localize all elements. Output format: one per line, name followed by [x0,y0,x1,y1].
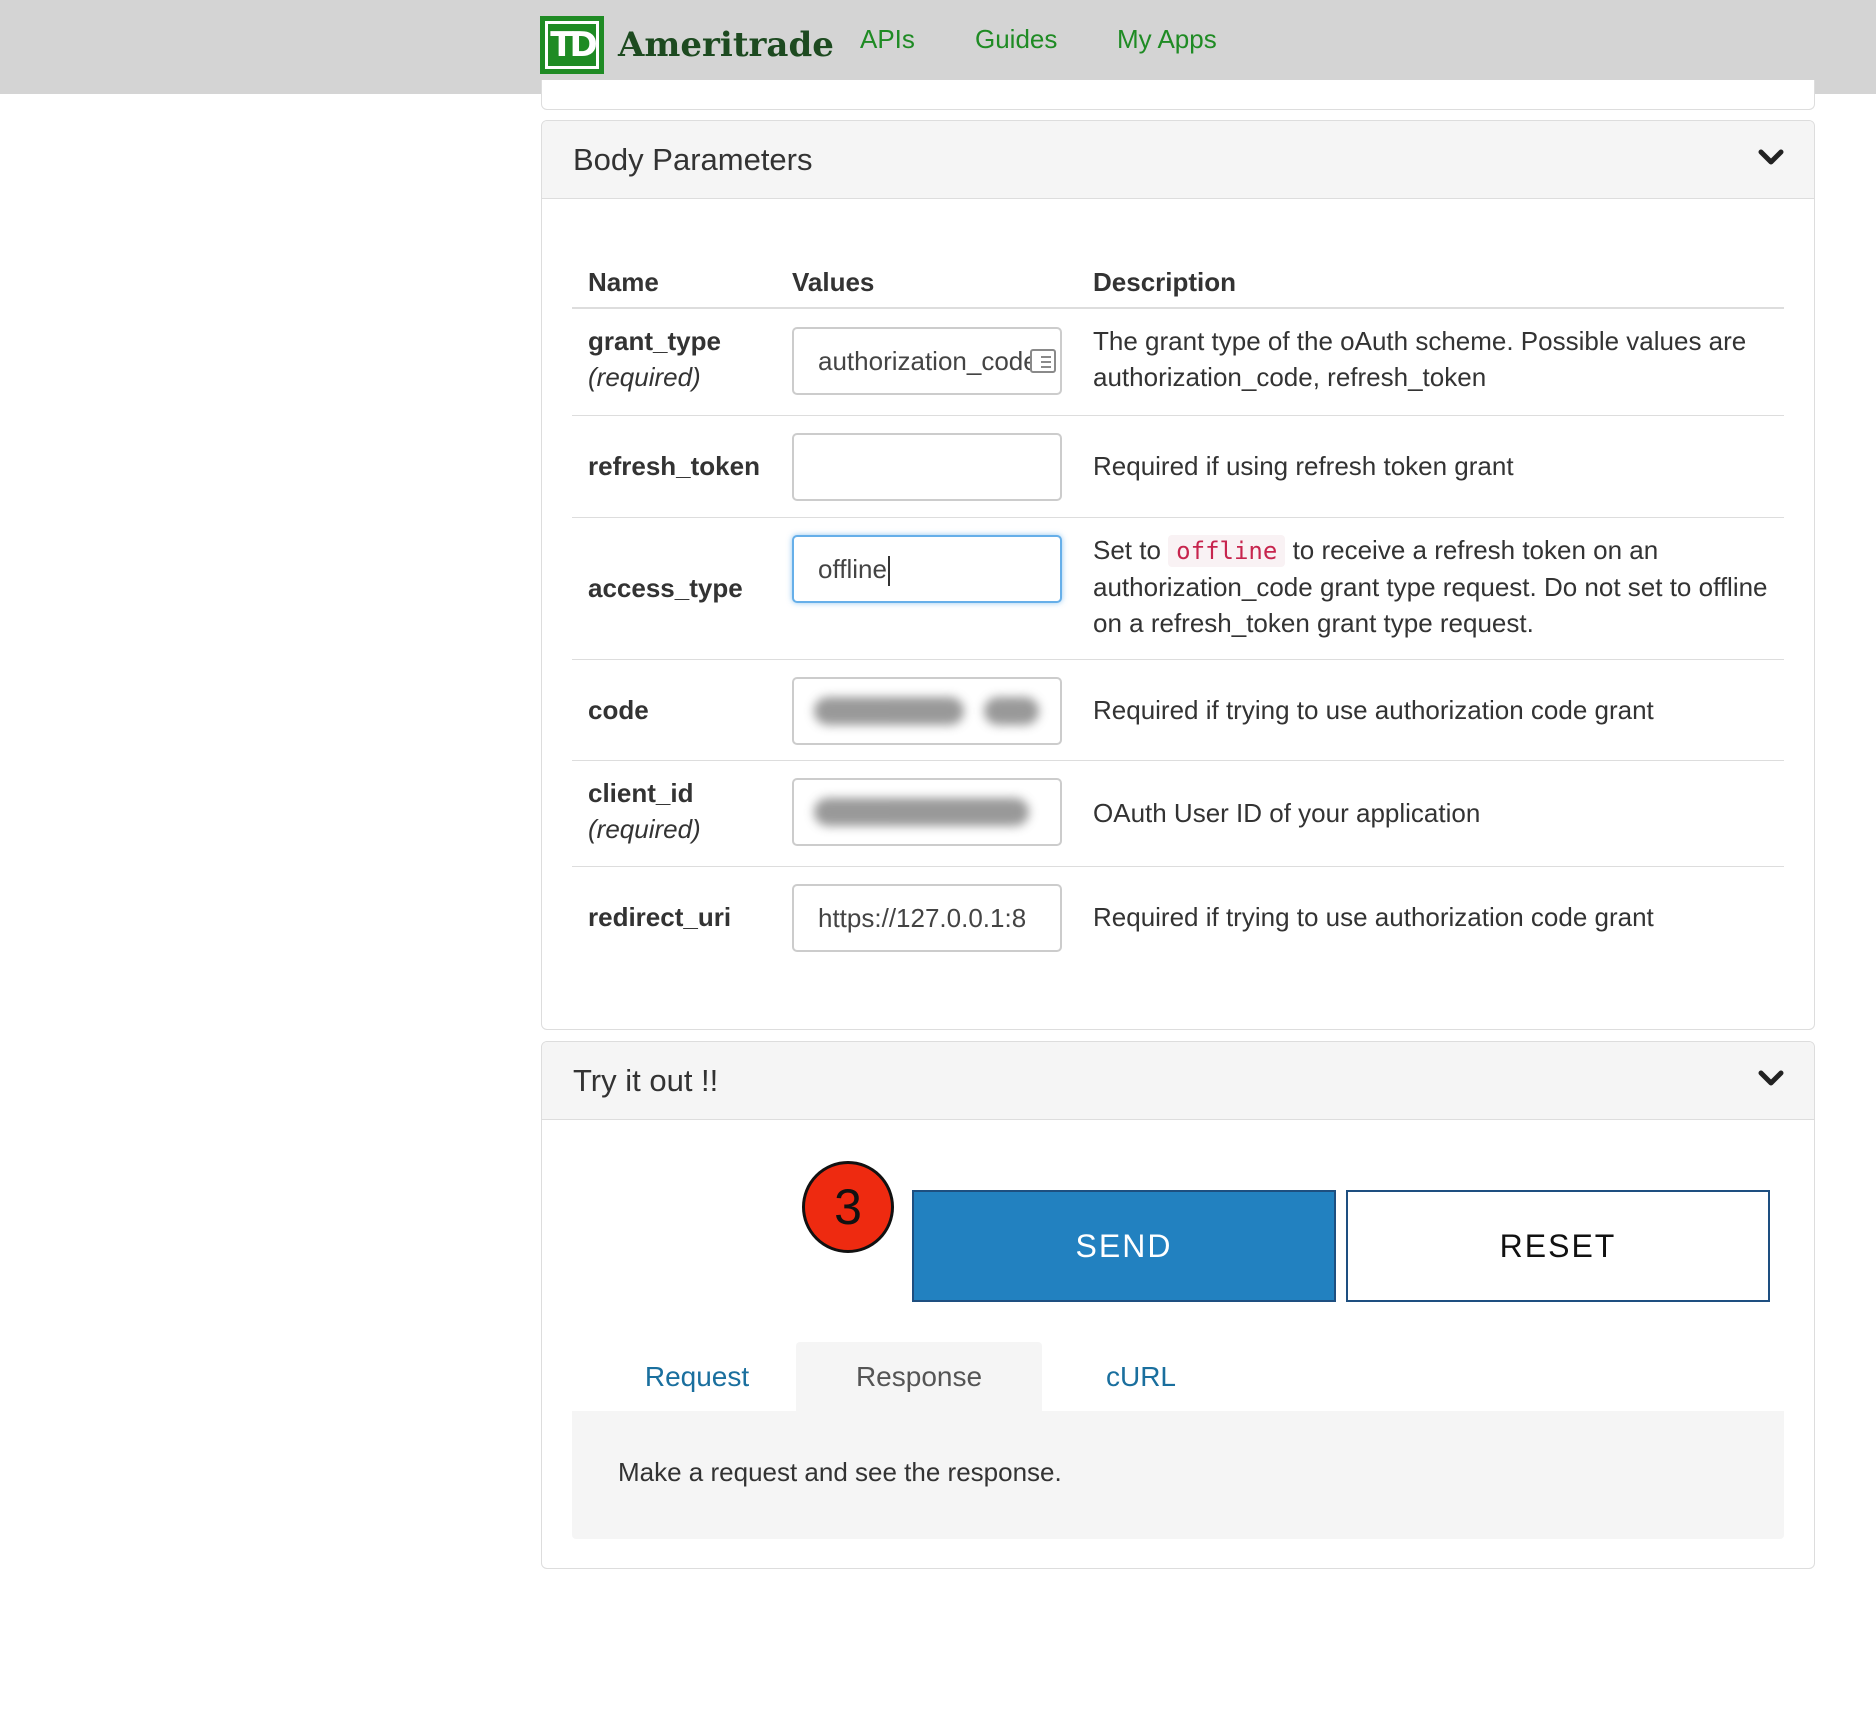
step-number-badge: 3 [802,1161,894,1253]
previous-panel-bottom [541,80,1815,110]
redirect-uri-input[interactable]: https://127.0.0.1:8 [792,884,1062,952]
panel-title: Body Parameters [573,142,813,177]
table-header-row: Name Values Description [572,231,1784,309]
autofill-list-icon[interactable] [1030,349,1056,373]
param-name-refresh-token: refresh_token [588,451,760,481]
table-row: access_type offline Set to offline to re… [572,518,1784,660]
param-name-client-id: client_id (required) [588,775,701,847]
param-description: Required if trying to use authorization … [1093,695,1654,725]
chevron-down-icon[interactable] [1758,1070,1784,1088]
text-cursor [887,556,890,587]
logo-text: Ameritrade [618,25,834,65]
table-row: redirect_uri https://127.0.0.1:8 Require… [572,867,1784,967]
panel-title: Try it out !! [573,1063,719,1098]
code-input[interactable] [792,677,1062,745]
nav-apis-link[interactable]: APIs [860,24,915,55]
param-name-redirect-uri: redirect_uri [588,902,732,932]
response-content-area: Make a request and see the response. [572,1411,1784,1539]
parameters-table: Name Values Description grant_type (requ… [572,231,1784,967]
nav-guides-link[interactable]: Guides [975,24,1057,55]
grant-type-input[interactable]: authorization_code [792,327,1062,395]
table-row: grant_type (required) authorization_code… [572,309,1784,416]
table-row: refresh_token Required if using refresh … [572,416,1784,518]
td-logo-mark: TD [540,16,604,74]
table-row: client_id (required) OAuth User ID of yo… [572,761,1784,867]
redacted-value [814,798,1029,826]
code-snippet: offline [1168,535,1286,567]
body-parameters-header[interactable]: Body Parameters [542,121,1814,199]
param-description: OAuth User ID of your application [1093,798,1481,828]
param-name-access-type: access_type [588,573,743,603]
refresh-token-input[interactable] [792,433,1062,501]
send-button[interactable]: SEND [912,1190,1336,1302]
column-header-description: Description [1093,267,1237,297]
redacted-value [984,697,1039,725]
tab-curl[interactable]: cURL [1056,1342,1226,1412]
param-name-grant-type: grant_type (required) [588,323,721,395]
param-description: The grant type of the oAuth scheme. Poss… [1093,326,1747,392]
redacted-value [814,697,964,725]
client-id-input[interactable] [792,778,1062,846]
reset-button[interactable]: RESET [1346,1190,1770,1302]
chevron-down-icon[interactable] [1758,149,1784,167]
response-placeholder-text: Make a request and see the response. [618,1457,1062,1487]
tab-response[interactable]: Response [796,1342,1042,1412]
td-ameritrade-logo[interactable]: TD Ameritrade [540,16,834,74]
column-header-name: Name [588,267,659,297]
param-name-code: code [588,695,649,725]
response-tabs: Request Response cURL [572,1342,1784,1412]
param-description: Required if using refresh token grant [1093,451,1514,481]
access-type-input[interactable]: offline [792,535,1062,603]
required-label: (required) [588,362,701,392]
param-description: Set to offline to receive a refresh toke… [1093,535,1768,638]
tab-request[interactable]: Request [612,1342,782,1412]
required-label: (required) [588,814,701,844]
table-row: code Required if trying to use authoriza… [572,660,1784,761]
body-parameters-panel: Body Parameters Name Values Description … [541,120,1815,1030]
param-description: Required if trying to use authorization … [1093,902,1654,932]
nav-my-apps-link[interactable]: My Apps [1117,24,1217,55]
try-it-out-header[interactable]: Try it out !! [542,1042,1814,1120]
column-header-values: Values [792,267,875,297]
